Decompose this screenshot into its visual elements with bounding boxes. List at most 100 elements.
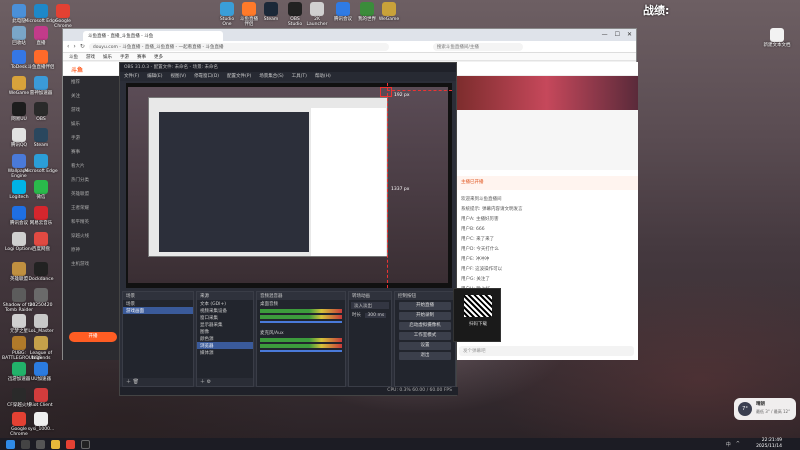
desktop-icon[interactable]: 斗鱼直播伴侣 <box>238 2 260 27</box>
desktop-icon[interactable]: UU加速器 <box>24 362 58 382</box>
desktop-icon-new-text[interactable]: 新建文本文档 <box>760 28 794 48</box>
back-icon[interactable]: ‹ <box>67 43 69 50</box>
obs-menu-item[interactable]: 配置文件(P) <box>227 73 251 80</box>
source-item[interactable]: 文本 (GDI+) <box>197 300 253 307</box>
sidebar-item[interactable]: 赛事 <box>63 146 123 160</box>
desktop-icon[interactable]: Studio One <box>216 2 238 27</box>
duration-value[interactable]: 300 ms <box>365 313 387 318</box>
desktop-icon[interactable]: 斗鱼直播伴侣 <box>24 50 58 70</box>
control-button[interactable]: 退出 <box>399 352 451 360</box>
sidebar-item[interactable]: 手游 <box>63 132 123 146</box>
obs-menu-item[interactable]: 视图(V) <box>170 73 186 80</box>
obs-taskbar-icon[interactable] <box>81 439 90 449</box>
desktop-icon[interactable]: 我的世界 <box>356 2 378 22</box>
obs-menu-item[interactable]: 工具(T) <box>292 73 307 80</box>
control-button[interactable]: 开始直播 <box>399 302 451 310</box>
scene-item[interactable]: 场景 <box>123 300 193 307</box>
desktop-icon[interactable]: WeGame <box>378 2 400 22</box>
source-item[interactable]: 浏览器 <box>197 342 253 349</box>
desktop-icon[interactable]: 雷神加速器 <box>24 76 58 96</box>
sidebar-item[interactable]: 主机游戏 <box>63 258 123 272</box>
desktop-icon[interactable]: OBS Studio <box>284 2 306 27</box>
bookmark-item[interactable]: 游戏 <box>86 54 95 60</box>
desktop-icon[interactable]: Steam <box>260 2 282 22</box>
control-button[interactable]: 工作室模式 <box>399 332 451 340</box>
url-input[interactable]: douyu.com - 斗鱼直播 - 直播_斗鱼直播 - 一起看直播 - 斗鱼直… <box>88 42 389 51</box>
obs-menu-item[interactable]: 帮助(H) <box>315 73 331 80</box>
chrome-icon[interactable] <box>66 439 75 449</box>
danmu-input[interactable]: 发个弹幕吧 <box>459 346 634 356</box>
bookmark-item[interactable]: 更多 <box>154 54 163 60</box>
desktop-icon[interactable]: 直播 <box>24 26 58 46</box>
bookmark-item[interactable]: 斗鱼 <box>69 54 78 60</box>
scene-item[interactable]: 游戏画面 <box>123 307 193 314</box>
desktop-icon[interactable]: Dockdance <box>24 262 58 282</box>
maximize-icon[interactable]: ☐ <box>615 31 620 38</box>
live-banner[interactable] <box>455 76 638 110</box>
sidebar-item[interactable]: 王者荣耀 <box>63 202 123 216</box>
search-icon[interactable] <box>21 439 30 449</box>
sidebar-item[interactable]: 娱乐 <box>63 118 123 132</box>
desktop-icon[interactable]: 微信 <box>24 180 58 200</box>
taskbar-clock[interactable]: 22:21:49 2025/11/14 <box>756 438 782 449</box>
duration-row[interactable]: 时长 300 ms <box>349 311 391 318</box>
source-item[interactable]: 显示器采集 <box>197 321 253 328</box>
browser-search-input[interactable]: 搜索斗鱼直播间/主播 <box>432 42 523 51</box>
desktop-icon[interactable]: LoL_Master <box>24 314 58 334</box>
desktop-icon[interactable]: 2K Launcher <box>306 2 328 27</box>
desktop-icon[interactable]: Steam <box>24 128 58 148</box>
source-item[interactable]: 媒体源 <box>197 349 253 356</box>
sidebar-item[interactable]: 游戏 <box>63 104 123 118</box>
desktop-icon[interactable]: League of Legends <box>24 336 58 361</box>
start-stream-button[interactable]: 开播 <box>69 332 117 342</box>
obs-menu-item[interactable]: 场景集合(S) <box>259 73 283 80</box>
desktop-icon[interactable]: 百度网盘 <box>24 232 58 252</box>
tray-item[interactable]: ^ <box>736 441 740 448</box>
sidebar-item[interactable]: 和平精英 <box>63 216 123 230</box>
volume-slider[interactable] <box>260 321 342 323</box>
desktop-icon[interactable]: 20250420 <box>24 288 58 308</box>
source-item[interactable]: 窗口采集 <box>197 314 253 321</box>
control-button[interactable]: 启动虚拟摄像机 <box>399 322 451 330</box>
control-button[interactable]: 设置 <box>399 342 451 350</box>
desktop-icon[interactable]: sysi_1000... <box>24 412 58 432</box>
remove-icon[interactable]: 🗑 <box>133 379 139 385</box>
sidebar-item[interactable]: 看大片 <box>63 160 123 174</box>
sidebar-item[interactable]: 原神 <box>63 244 123 258</box>
desktop-icon[interactable]: OBS <box>24 102 58 122</box>
browser-tab[interactable]: 斗鱼直播 - 直播_斗鱼直播 - 斗鱼 <box>83 31 223 41</box>
gear-icon[interactable]: ⚙ <box>207 379 211 385</box>
source-item[interactable]: 视频采集设备 <box>197 307 253 314</box>
task-view-icon[interactable] <box>36 439 45 449</box>
bookmark-item[interactable]: 赛事 <box>137 54 146 60</box>
obs-preview[interactable]: 192 px 1337 px <box>126 83 452 288</box>
volume-slider[interactable] <box>260 350 342 352</box>
close-icon[interactable]: ✕ <box>627 31 632 38</box>
douyu-logo[interactable]: 斗鱼 <box>71 65 83 74</box>
obs-menu-item[interactable]: 停靠窗口(D) <box>194 73 219 80</box>
desktop-icon[interactable]: 网易云音乐 <box>24 206 58 226</box>
control-button[interactable]: 开始录制 <box>399 312 451 320</box>
desktop-icon[interactable]: 腾讯会议 <box>332 2 354 22</box>
sidebar-item[interactable]: 推荐 <box>63 76 123 90</box>
add-icon[interactable]: ＋ <box>200 379 205 385</box>
obs-menu-item[interactable]: 编辑(E) <box>147 73 162 80</box>
source-item[interactable]: 颜色源 <box>197 335 253 342</box>
windows-start-icon[interactable] <box>6 439 15 449</box>
source-item[interactable]: 图像 <box>197 328 253 335</box>
desktop-icon[interactable]: Microsoft Edge <box>24 154 58 174</box>
forward-icon[interactable]: › <box>73 43 75 50</box>
transition-select[interactable]: 淡入淡出 <box>351 302 389 309</box>
bookmark-item[interactable]: 娱乐 <box>103 54 112 60</box>
refresh-icon[interactable]: ↻ <box>80 43 85 50</box>
sidebar-item[interactable]: 热门分类 <box>63 174 123 188</box>
weather-widget[interactable]: 7° 晴朗 最低 3° / 最高 12° <box>734 398 796 420</box>
obs-menu-item[interactable]: 文件(F) <box>124 73 139 80</box>
file-explorer-icon[interactable] <box>51 439 60 449</box>
minimize-icon[interactable]: — <box>602 31 608 38</box>
desktop-icon[interactable]: Riot Client <box>24 388 58 408</box>
selection-handle[interactable] <box>380 87 392 97</box>
tray-item[interactable]: 中 <box>726 441 731 448</box>
sidebar-item[interactable]: 英雄联盟 <box>63 188 123 202</box>
sidebar-item[interactable]: 关注 <box>63 90 123 104</box>
